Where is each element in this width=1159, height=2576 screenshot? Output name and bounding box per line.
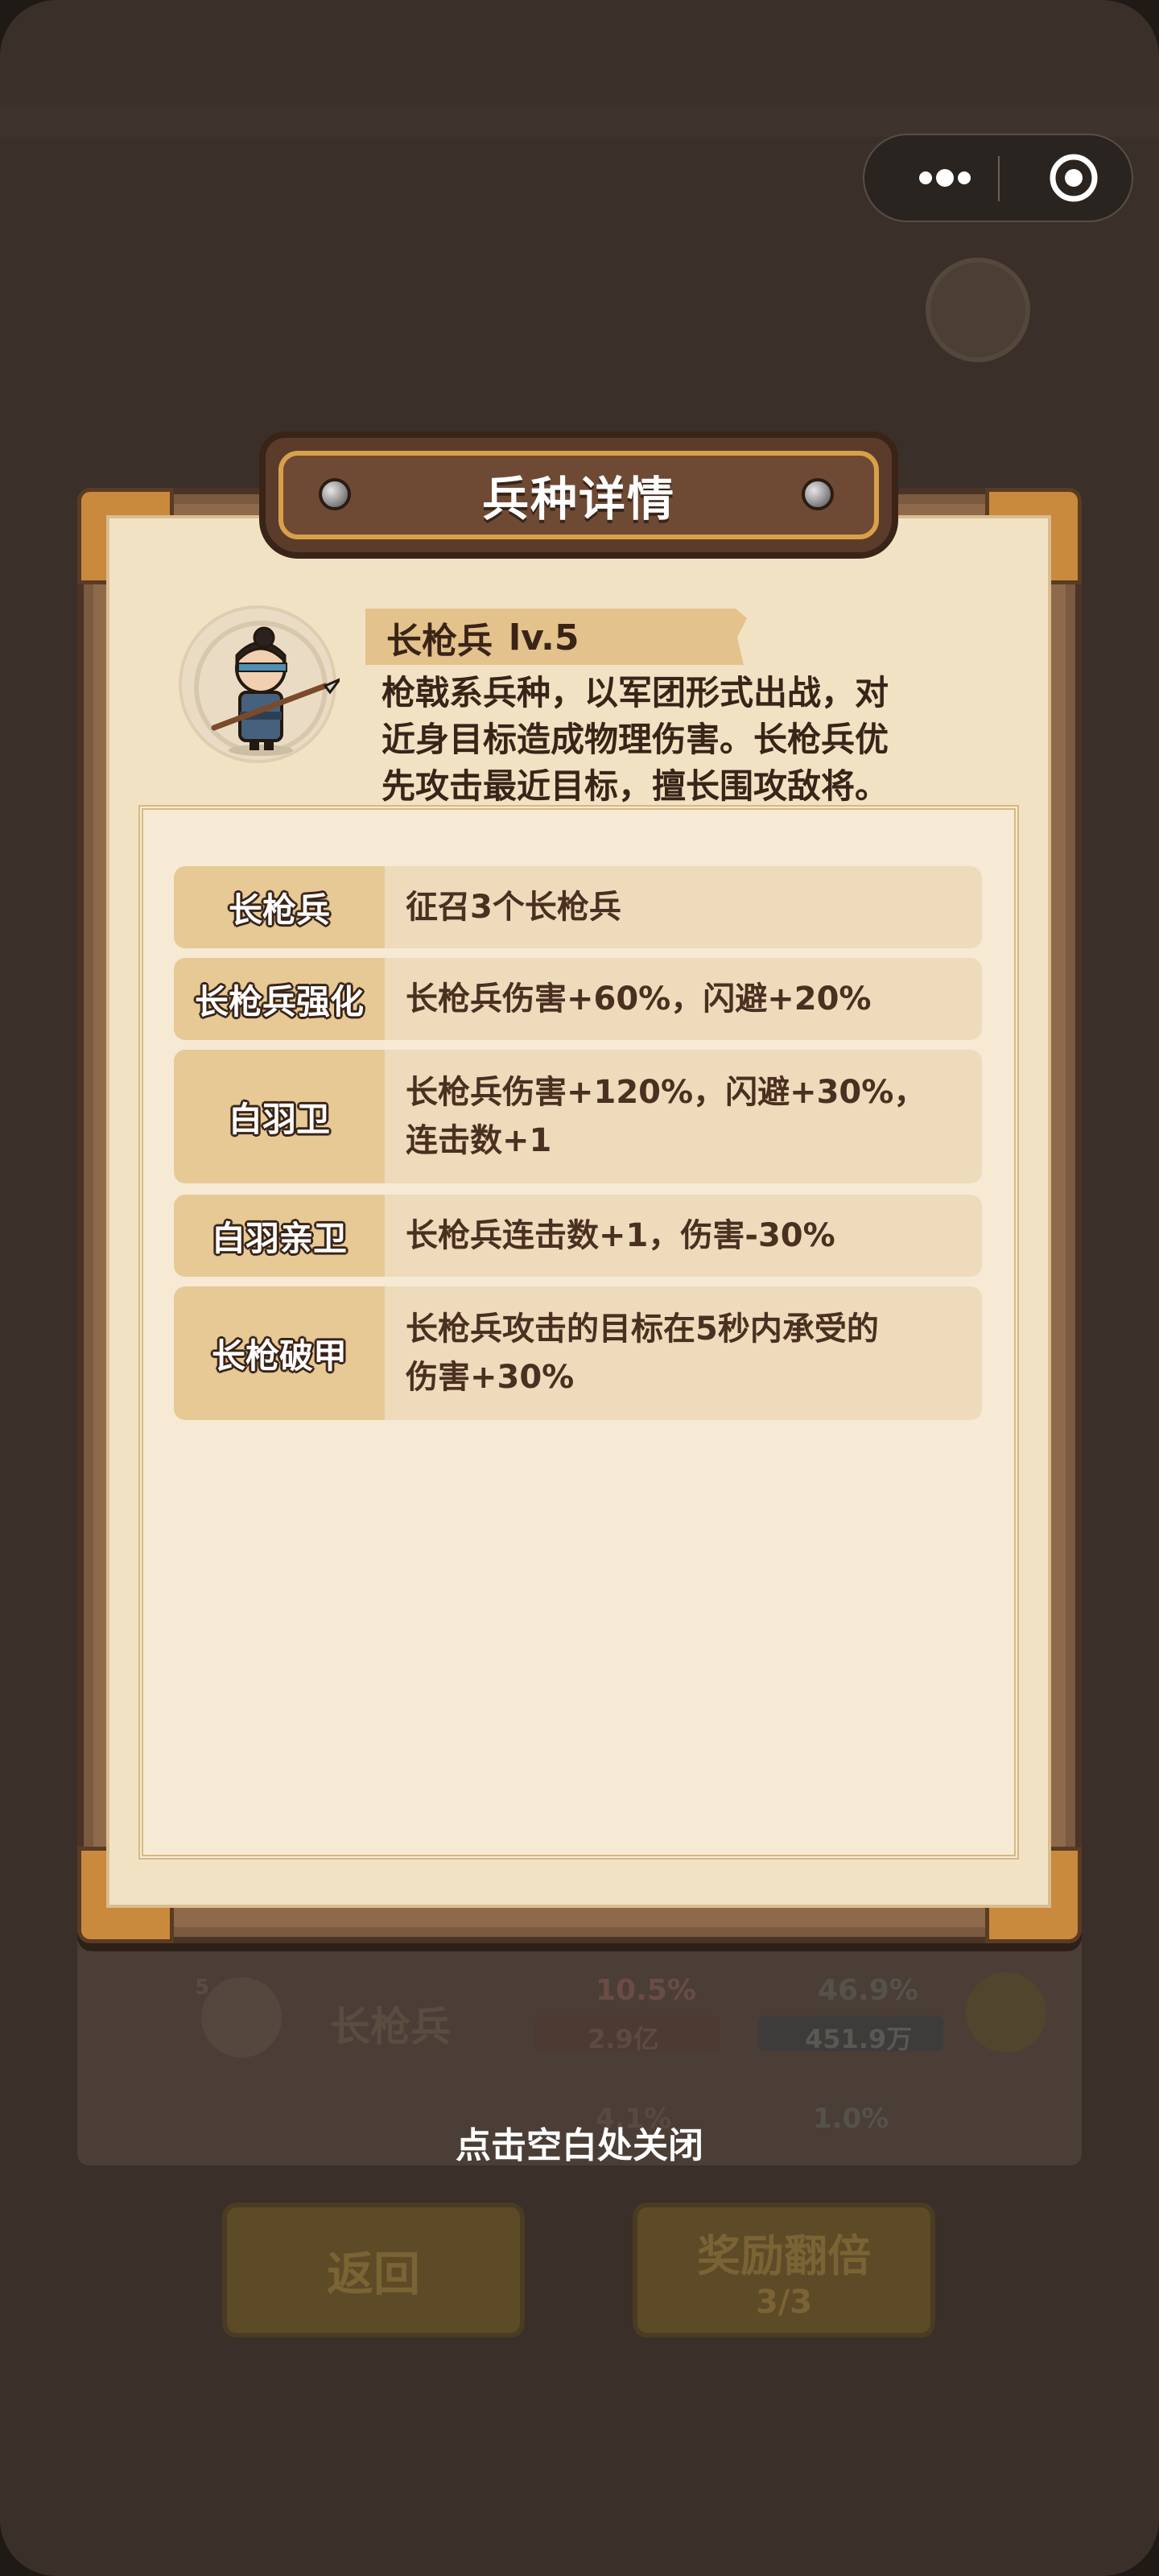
bg-unit-name: 长枪兵 — [330, 2004, 451, 2050]
miniprogram-capsule — [863, 134, 1133, 222]
upgrade-row: 白羽卫 长枪兵伤害+120%，闪避+30%， 连击数+1 — [174, 1050, 982, 1183]
upgrade-effect-line: 连击数+1 — [406, 1122, 552, 1159]
description-line: 先攻击最近目标，擅长围攻敌将。 — [382, 766, 889, 806]
description-line: 枪戟系兵种，以军团形式出战，对 — [382, 673, 889, 712]
upgrade-row: 长枪兵强化 长枪兵伤害+60%，闪避+20% — [174, 958, 982, 1040]
rivet-right — [802, 478, 834, 510]
bg-unit-avatar — [201, 1977, 282, 2058]
back-button[interactable]: 返回 — [222, 2202, 525, 2338]
capsule-divider — [998, 156, 1000, 201]
upgrade-label: 长枪破甲 — [174, 1286, 385, 1420]
modal-title: 兵种详情 — [481, 472, 675, 526]
upgrade-effect-line: 长枪兵伤害+120%，闪避+30%， — [406, 1074, 926, 1111]
bg-header-band — [0, 105, 1159, 137]
upgrade-effect-line: 长枪兵连击数+1，伤害-30% — [406, 1217, 835, 1254]
upgrade-label: 长枪兵 — [174, 866, 385, 948]
bg-attack-percent: 10.5% — [596, 1974, 696, 2007]
bg-defense-percent: 46.9% — [818, 1974, 918, 2007]
description-line: 近身目标造成物理伤害。长枪兵优 — [382, 720, 889, 759]
spearman-portrait-icon — [194, 621, 344, 756]
upgrade-row: 白羽亲卫 长枪兵连击数+1，伤害-30% — [174, 1195, 982, 1277]
double-reward-button[interactable]: 奖励翻倍 3/3 — [633, 2202, 935, 2338]
double-reward-count: 3/3 — [755, 2283, 813, 2321]
more-dots-icon[interactable] — [897, 135, 993, 221]
bg-unit-level: 5 — [195, 1975, 210, 2000]
bg-help-button — [966, 1972, 1046, 2053]
rivet-left — [319, 478, 351, 510]
upgrade-effect-line: 征召3个长枪兵 — [406, 889, 621, 926]
game-screen: 5 长枪兵 10.5% 2.9亿 46.9% 451.9万 4.1% 1.0% … — [0, 0, 1159, 2576]
upgrade-effect: 长枪兵攻击的目标在5秒内承受的 伤害+30% — [385, 1286, 982, 1420]
upgrade-effect: 长枪兵连击数+1，伤害-30% — [385, 1195, 982, 1277]
upgrade-effect: 长枪兵伤害+120%，闪避+30%， 连击数+1 — [385, 1050, 982, 1183]
unit-level: lv.5 — [509, 617, 580, 658]
upgrade-effect-line: 长枪兵伤害+60%，闪避+20% — [406, 980, 872, 1018]
upgrade-row: 长枪破甲 长枪兵攻击的目标在5秒内承受的 伤害+30% — [174, 1286, 982, 1420]
bg-share-button — [926, 258, 1030, 362]
close-hint[interactable]: 点击空白处关闭 — [0, 2114, 1159, 2170]
unit-avatar — [179, 605, 344, 763]
upgrade-effect: 征召3个长枪兵 — [385, 866, 982, 948]
upgrade-effect-line: 伤害+30% — [406, 1359, 575, 1396]
bg-attack-value: 2.9亿 — [588, 2024, 659, 2054]
upgrade-label: 白羽亲卫 — [174, 1195, 385, 1277]
unit-name: 长枪兵 — [386, 621, 493, 662]
double-reward-label: 奖励翻倍 — [697, 2230, 871, 2281]
upgrade-effect: 长枪兵伤害+60%，闪避+20% — [385, 958, 982, 1040]
unit-description: 枪戟系兵种，以军团形式出战，对 近身目标造成物理伤害。长枪兵优 先攻击最近目标，… — [382, 670, 969, 807]
upgrade-effect-line: 长枪兵攻击的目标在5秒内承受的 — [406, 1311, 879, 1348]
upgrade-label: 白羽卫 — [174, 1050, 385, 1183]
upgrade-label: 长枪兵强化 — [174, 958, 385, 1040]
upgrade-row: 长枪兵 征召3个长枪兵 — [174, 866, 982, 948]
bg-defense-value: 451.9万 — [805, 2024, 913, 2054]
target-close-icon[interactable] — [1025, 135, 1122, 221]
